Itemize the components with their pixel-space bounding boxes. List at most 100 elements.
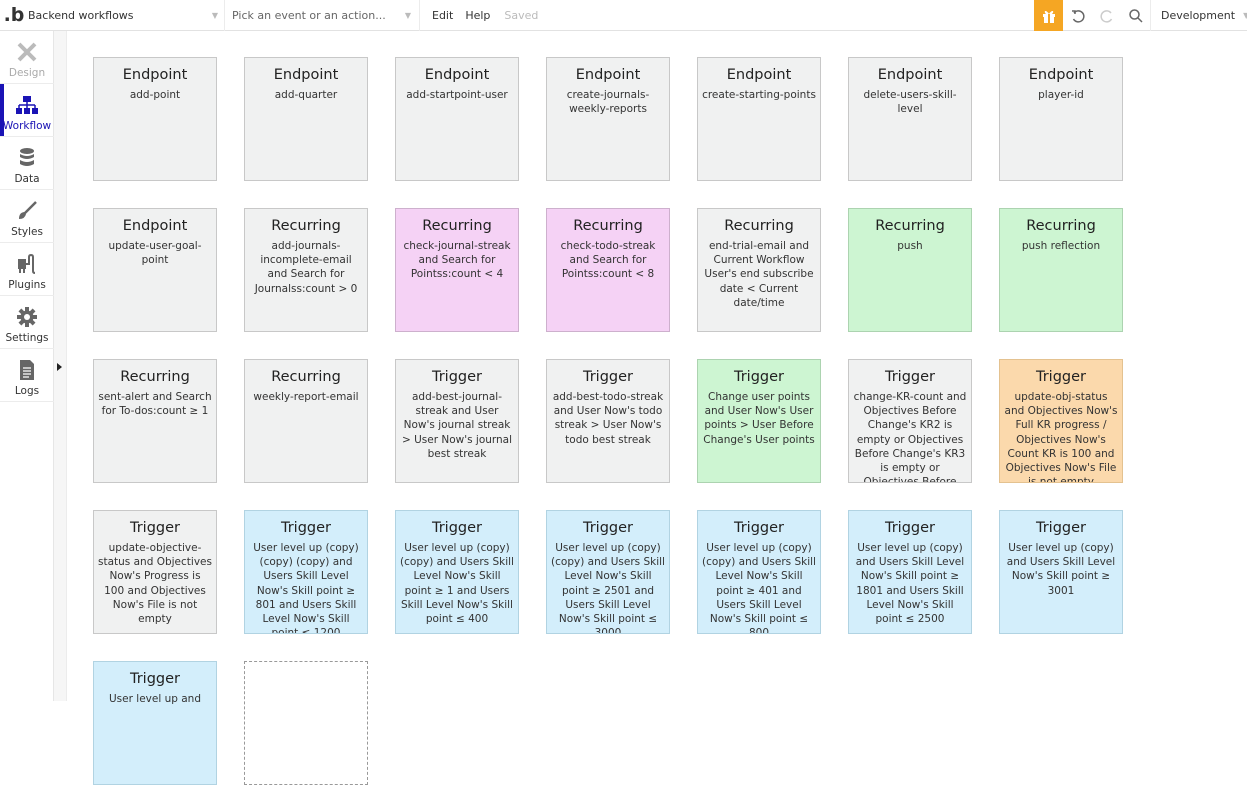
workflow-card[interactable]: Recurring weekly-report-email [244,359,368,483]
workflow-type: Endpoint [877,67,943,83]
workflow-card[interactable]: Trigger User level up (copy) (copy) and U… [697,510,821,634]
workflow-description: User level up (copy) (copy) and Users Sk… [400,542,514,626]
workflow-description: User level up (copy) (copy) and Users Sk… [702,542,816,634]
gift-button[interactable] [1034,0,1063,31]
chevron-down-icon: ▼ [211,10,218,20]
workflow-card[interactable]: Recurring check-todo-streak and Search fo… [546,208,670,332]
page-selector[interactable]: Backend workflows ▼ [24,0,225,31]
workflow-description: push [897,240,923,252]
workflow-type: Endpoint [273,67,339,83]
new-workflow-placeholder[interactable] [244,661,368,785]
workflow-description: end-trial-email and Current Workflow Use… [704,240,814,309]
sidebar-item-data[interactable]: Data [0,137,54,190]
environment-value: Development [1161,9,1236,22]
workflow-type: Trigger [582,369,633,385]
workflow-type: Trigger [280,520,331,536]
plug-icon [18,253,36,274]
workflow-card[interactable]: Recurring push reflection [999,208,1123,332]
sidebar-item-label: Workflow [2,120,52,132]
event-action-picker[interactable]: Pick an event or an action... ▼ [225,0,420,31]
search-icon [1128,8,1143,23]
bubble-logo[interactable]: .b [0,0,25,31]
workflow-card[interactable]: Trigger User level up (copy) (copy) (copy… [244,510,368,634]
workflow-icon [16,96,38,114]
workflow-description: sent-alert and Search for To-dos:count ≥… [98,391,212,418]
environment-selector[interactable]: Development ▼ [1150,0,1247,31]
workflow-card[interactable]: Trigger Change user points and User Now's… [697,359,821,483]
undo-icon [1071,9,1085,23]
workflow-card[interactable]: Trigger User level up (copy) and Users Sk… [999,510,1123,634]
workflow-card[interactable]: Trigger change-KR-count and Objectives Be… [848,359,972,483]
sidebar-item-settings[interactable]: Settings [0,296,54,349]
workflow-type: Trigger [431,520,482,536]
workflow-type: Endpoint [1028,67,1094,83]
workflow-card[interactable]: Recurring add-journals-incomplete-email a… [244,208,368,332]
workflow-card[interactable]: Endpoint delete-users-skill-level [848,57,972,181]
workflow-card[interactable]: Recurring end-trial-email and Current Wor… [697,208,821,332]
workflow-card[interactable]: Endpoint update-user-goal-point [93,208,217,332]
workflow-card[interactable]: Trigger User level up (copy) and Users Sk… [848,510,972,634]
sidebar-item-plugins[interactable]: Plugins [0,243,54,296]
sidebar-item-label: Logs [14,385,40,397]
workflow-card[interactable]: Trigger add-best-journal-streak and User … [395,359,519,483]
workflow-card[interactable]: Endpoint player-id [999,57,1123,181]
expand-arrow-icon[interactable] [57,363,62,371]
workflow-card[interactable]: Trigger User level up (copy) (copy) and U… [546,510,670,634]
redo-button[interactable] [1092,0,1121,31]
sidebar-item-label: Settings [5,332,49,344]
document-icon [20,360,34,380]
workflow-description: add-journals-incomplete-email and Search… [254,240,358,295]
workflow-card[interactable]: Recurring check-journal-streak and Search… [395,208,519,332]
sidebar-item-styles[interactable]: Styles [0,190,54,243]
workflow-description: User level up (copy) and Users Skill Lev… [1006,542,1116,597]
workflow-description: check-journal-streak and Search for Poin… [403,240,511,281]
workflow-card[interactable]: Recurring sent-alert and Search for To-do… [93,359,217,483]
workflow-type: Endpoint [122,218,188,234]
workflow-description: delete-users-skill-level [863,89,957,116]
workflow-type: Recurring [875,218,945,234]
database-icon [20,148,34,166]
workflow-canvas: Endpoint add-point Endpoint add-quarter Endp… [68,32,1247,785]
sidebar-item-logs[interactable]: Logs [0,349,54,402]
sidebar-item-design[interactable]: Design [0,31,54,84]
workflow-type: Endpoint [424,67,490,83]
workflow-type: Trigger [733,520,784,536]
workflow-card[interactable]: Endpoint add-quarter [244,57,368,181]
workflow-type: Trigger [582,520,633,536]
workflow-type: Recurring [271,218,341,234]
workflow-card[interactable]: Endpoint create-journals-weekly-reports [546,57,670,181]
undo-button[interactable] [1063,0,1092,31]
workflow-card[interactable]: Trigger update-obj-status and Objectives … [999,359,1123,483]
design-icon [17,42,37,62]
workflow-type: Trigger [129,671,180,687]
workflow-card[interactable]: Trigger User level up (copy) (copy) and U… [395,510,519,634]
workflow-type: Recurring [422,218,492,234]
search-button[interactable] [1121,0,1150,31]
workflow-card[interactable]: Trigger update-objective-status and Objec… [93,510,217,634]
workflow-card[interactable]: Endpoint add-point [93,57,217,181]
workflow-description: User level up (copy) (copy) and Users Sk… [551,542,665,634]
sidebar: Design Workflow Data Styles Plugins Sett… [0,31,54,701]
workflow-description: add-quarter [274,89,338,101]
workflow-type: Trigger [884,520,935,536]
sidebar-collapse-gutter [54,31,67,701]
workflow-description: create-journals-weekly-reports [566,89,650,116]
menu-edit[interactable]: Edit [432,9,453,22]
workflow-description: Change user points and User Now's User p… [703,391,815,446]
workflow-description: check-todo-streak and Search for Pointss… [560,240,656,281]
workflow-card[interactable]: Endpoint create-starting-points [697,57,821,181]
workflow-card[interactable]: Recurring push [848,208,972,332]
gear-icon [17,307,37,327]
workflow-type: Trigger [1035,520,1086,536]
workflow-card[interactable]: Trigger add-best-todo-streak and User Now… [546,359,670,483]
workflow-card[interactable]: Trigger User level up and [93,661,217,785]
workflow-description: push reflection [1021,240,1101,252]
workflow-description: update-objective-status and Objectives N… [98,542,212,626]
sidebar-item-workflow[interactable]: Workflow [0,84,54,137]
menu-help[interactable]: Help [465,9,490,22]
workflow-type: Trigger [129,520,180,536]
gift-icon [1042,10,1055,23]
workflow-card[interactable]: Endpoint add-startpoint-user [395,57,519,181]
workflow-type: Trigger [1035,369,1086,385]
event-action-placeholder: Pick an event or an action... [232,8,386,22]
